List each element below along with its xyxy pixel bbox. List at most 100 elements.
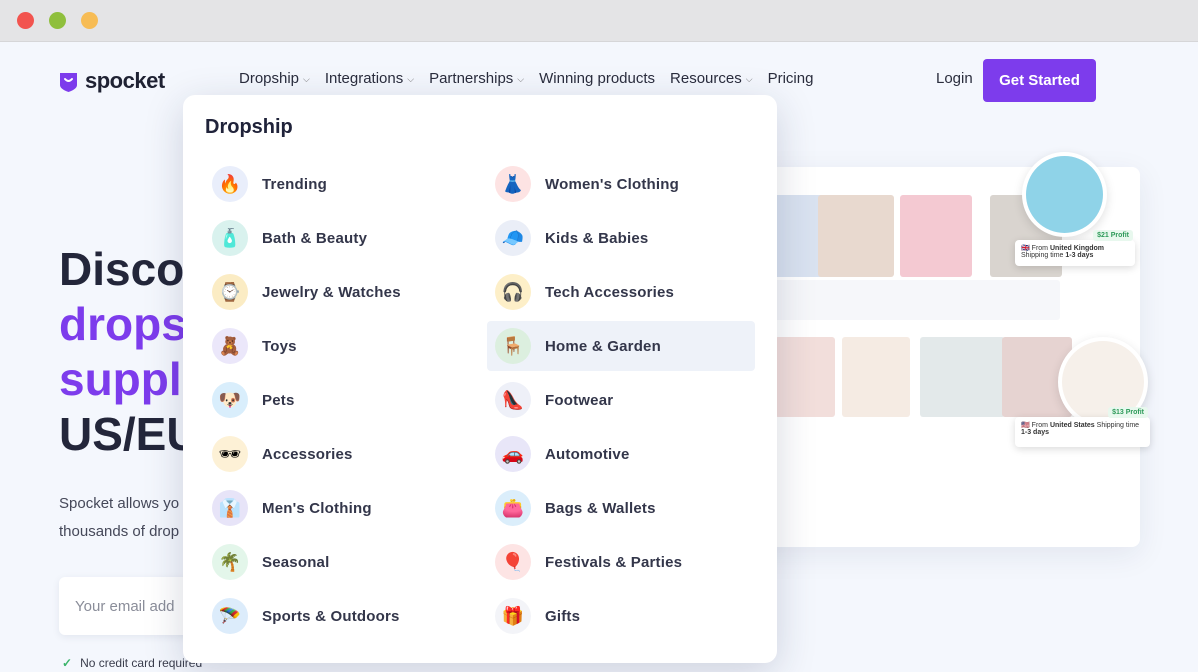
dropdown-item-label: Automotive <box>545 445 630 463</box>
nav-label: Winning products <box>539 70 656 87</box>
dropdown-item-tech-accessories[interactable]: 🎧 Tech Accessories <box>487 267 755 317</box>
watch-icon: ⌚ <box>212 274 248 310</box>
dropdown-item-home-garden[interactable]: 🪑 Home & Garden <box>487 321 755 371</box>
hero-title: Disco drops suppl US/EU <box>59 242 200 462</box>
chevron-down-icon: ⌵ <box>745 74 753 84</box>
dropdown-item-label: Sports & Outdoors <box>262 607 400 625</box>
dropdown-item-women-s-clothing[interactable]: 👗 Women's Clothing <box>487 159 755 209</box>
dropdown-item-label: Kids & Babies <box>545 229 649 247</box>
dropdown-item-pets[interactable]: 🐶 Pets <box>204 375 472 425</box>
product-image <box>818 195 894 277</box>
uk-from-value: United Kingdom <box>1049 245 1105 252</box>
spocket-logo-icon <box>60 72 77 92</box>
us-ship-value: 1-3 days <box>1021 429 1050 436</box>
dropdown-item-men-s-clothing[interactable]: 👔 Men's Clothing <box>204 483 472 533</box>
product-mockup-illustration: $21 Profit 🇬🇧 From United Kingdom Shippi… <box>740 152 1150 547</box>
hero-title-line-2: drops <box>59 298 187 350</box>
balloons-icon: 🎈 <box>495 544 531 580</box>
product-image <box>920 337 1005 417</box>
dropdown-item-label: Accessories <box>262 445 353 463</box>
uk-profit-badge: $21 Profit <box>1093 230 1133 241</box>
high-heel-icon: 👠 <box>495 382 531 418</box>
car-icon: 🚗 <box>495 436 531 472</box>
fire-icon: 🔥 <box>212 166 248 202</box>
dropdown-title: Dropship <box>205 116 293 138</box>
cap-icon: 🧢 <box>495 220 531 256</box>
login-link[interactable]: Login <box>936 70 973 87</box>
perfume-icon: 🧴 <box>212 220 248 256</box>
dropdown-item-label: Trending <box>262 175 327 193</box>
checkmark-icon: ✓ <box>62 656 73 670</box>
uk-ship-value: 1-3 days <box>1065 252 1094 259</box>
uk-from-label: From <box>1031 245 1049 252</box>
product-info <box>770 280 1060 320</box>
dropdown-item-accessories[interactable]: 🕶 Accessories <box>204 429 472 479</box>
dropdown-item-label: Home & Garden <box>545 337 661 355</box>
minimize-window-button[interactable] <box>49 12 66 29</box>
dropdown-item-toys[interactable]: 🧸 Toys <box>204 321 472 371</box>
dropdown-item-jewelry-watches[interactable]: ⌚ Jewelry & Watches <box>204 267 472 317</box>
main-nav: Dropship ⌵ Integrations ⌵ Partnerships ⌵ Winni… <box>239 70 828 87</box>
product-image <box>842 337 910 417</box>
dropdown-item-label: Jewelry & Watches <box>262 283 401 301</box>
dropdown-item-trending[interactable]: 🔥 Trending <box>204 159 472 209</box>
dress-icon: 👗 <box>495 166 531 202</box>
hero-title-line-3: suppl <box>59 353 182 405</box>
nav-label: Partnerships <box>429 70 514 87</box>
close-window-button[interactable] <box>17 12 34 29</box>
dropdown-item-bath-beauty[interactable]: 🧴 Bath & Beauty <box>204 213 472 263</box>
us-profit-badge: $13 Profit <box>1108 407 1148 418</box>
hero-title-line-4: US/EU <box>59 408 200 460</box>
logo-text: spocket <box>85 68 165 93</box>
dropdown-item-label: Seasonal <box>262 553 330 571</box>
us-from-label: From <box>1031 422 1049 429</box>
dropdown-item-kids-babies[interactable]: 🧢 Kids & Babies <box>487 213 755 263</box>
maximize-window-button[interactable] <box>81 12 98 29</box>
nav-label: Pricing <box>767 70 814 87</box>
nav-label: Integrations <box>324 70 404 87</box>
nav-dropship[interactable]: Dropship ⌵ <box>239 70 310 87</box>
dropdown-item-label: Toys <box>262 337 297 355</box>
dropdown-item-gifts[interactable]: 🎁 Gifts <box>487 591 755 641</box>
dropdown-item-bags-wallets[interactable]: 👛 Bags & Wallets <box>487 483 755 533</box>
dropdown-item-label: Pets <box>262 391 295 409</box>
no-credit-card-note: ✓ No credit card required <box>62 656 202 670</box>
parachute-icon: 🪂 <box>212 598 248 634</box>
us-shipping-tag: $13 Profit 🇺🇸 From United States Shippin… <box>1015 407 1150 447</box>
nav-partnerships[interactable]: Partnerships ⌵ <box>429 70 524 87</box>
gift-icon: 🎁 <box>495 598 531 634</box>
dropdown-item-footwear[interactable]: 👠 Footwear <box>487 375 755 425</box>
product-image <box>775 337 835 417</box>
window-titlebar <box>0 0 1198 42</box>
dropdown-item-sports-outdoors[interactable]: 🪂 Sports & Outdoors <box>204 591 472 641</box>
us-flag-icon: 🇺🇸 <box>1021 422 1030 429</box>
page: spocket Dropship ⌵ Integrations ⌵ Partnershi… <box>0 42 1198 672</box>
nav-pricing[interactable]: Pricing <box>768 70 814 87</box>
uk-flag-icon: 🇬🇧 <box>1021 245 1030 252</box>
dropdown-item-festivals-parties[interactable]: 🎈 Festivals & Parties <box>487 537 755 587</box>
uk-shipping-tag: $21 Profit 🇬🇧 From United Kingdom Shippi… <box>1015 230 1135 266</box>
nav-resources[interactable]: Resources ⌵ <box>670 70 753 87</box>
us-from-value: United States <box>1049 422 1095 429</box>
teddy-bear-icon: 🧸 <box>212 328 248 364</box>
no-credit-card-text: No credit card required <box>80 656 203 670</box>
dropdown-item-label: Tech Accessories <box>545 283 675 301</box>
suit-icon: 👔 <box>212 490 248 526</box>
bag-icon: 👛 <box>495 490 531 526</box>
dropdown-item-seasonal[interactable]: 🌴 Seasonal <box>204 537 472 587</box>
chevron-down-icon: ⌵ <box>517 74 525 84</box>
chevron-down-icon: ⌵ <box>407 74 415 84</box>
dropdown-item-automotive[interactable]: 🚗 Automotive <box>487 429 755 479</box>
dropdown-item-label: Gifts <box>545 607 581 625</box>
dropship-dropdown-menu: Dropship 🔥 Trending 🧴 Bath & Beauty ⌚ Jewelry… <box>183 95 777 663</box>
nav-integrations[interactable]: Integrations ⌵ <box>325 70 414 87</box>
dropdown-item-label: Bath & Beauty <box>262 229 368 247</box>
dog-icon: 🐶 <box>212 382 248 418</box>
nav-label: Resources <box>670 70 742 87</box>
nav-winning-products[interactable]: Winning products <box>539 70 655 87</box>
nav-label: Dropship <box>239 70 300 87</box>
logo[interactable]: spocket <box>58 68 165 94</box>
dropdown-item-label: Women's Clothing <box>545 175 679 193</box>
chevron-down-icon: ⌵ <box>303 74 310 84</box>
get-started-button[interactable]: Get Started <box>983 59 1096 102</box>
